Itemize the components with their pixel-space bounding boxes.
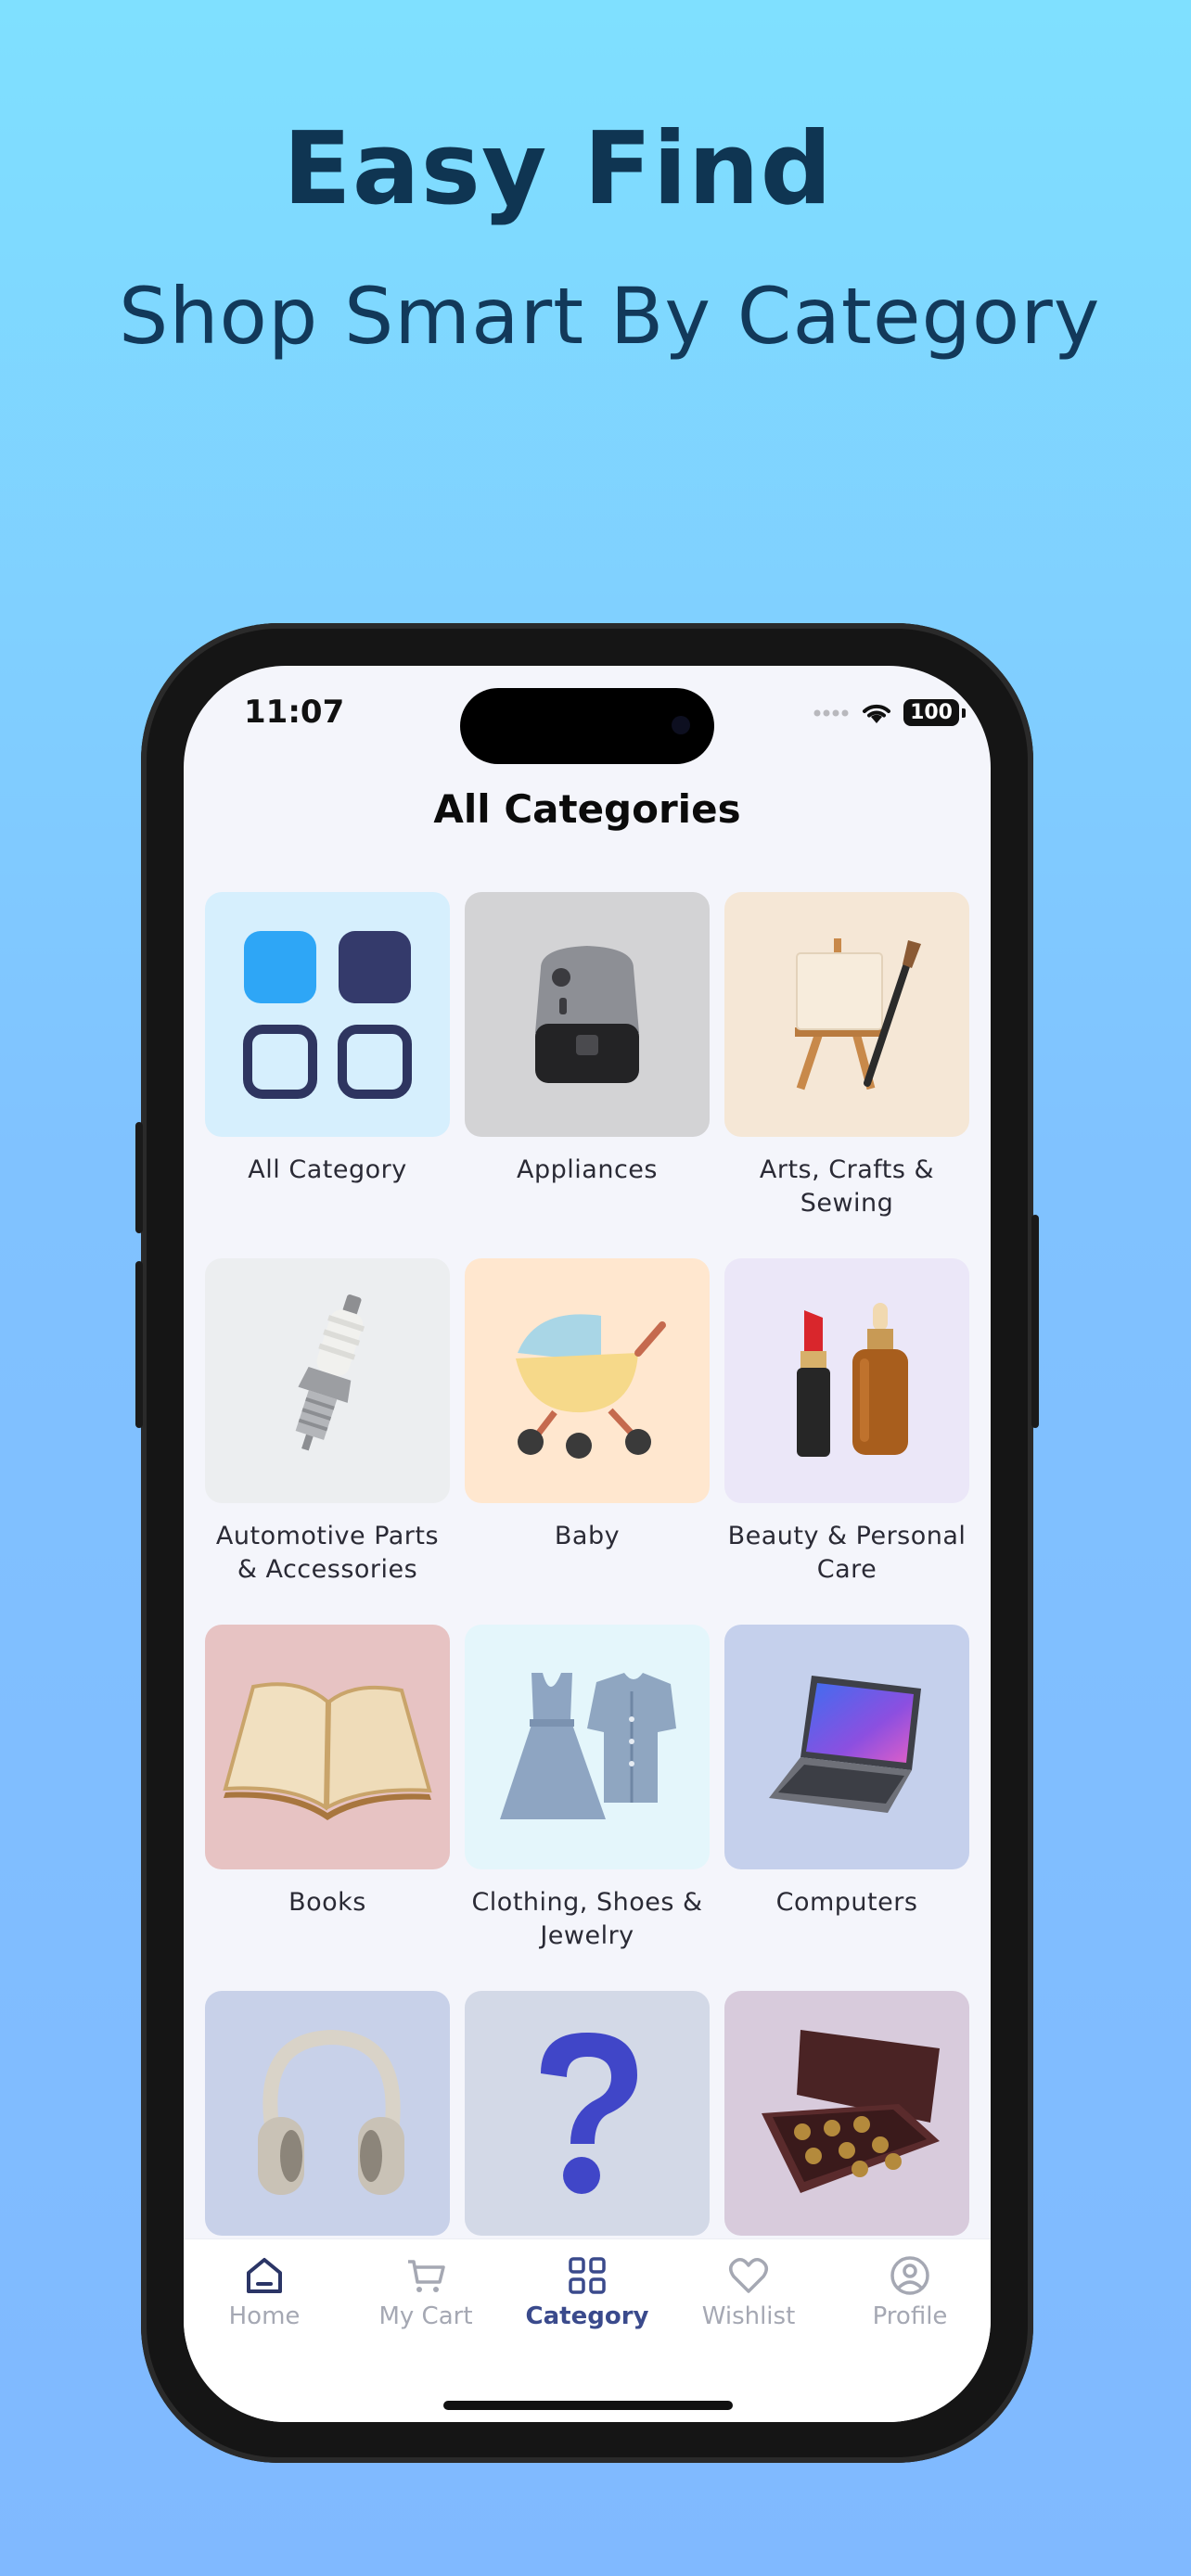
category-tile[interactable] xyxy=(724,1625,969,1869)
cart-icon xyxy=(408,2260,445,2292)
hero-headline: Easy Find xyxy=(283,111,833,227)
tab-label: Wishlist xyxy=(701,2302,796,2330)
tab-label: Profile xyxy=(872,2302,948,2330)
category-card[interactable]: Baby xyxy=(465,1258,710,1610)
tab-label: My Cart xyxy=(378,2302,473,2330)
category-tile[interactable] xyxy=(465,1258,710,1503)
home-icon xyxy=(247,2258,282,2293)
category-card[interactable]: Automotive Parts & Accessories xyxy=(205,1258,450,1610)
category-card[interactable]: Beauty & Personal Care xyxy=(724,1258,969,1610)
page-title: All Categories xyxy=(433,786,741,832)
category-card[interactable]: Appliances xyxy=(465,892,710,1243)
category-tile[interactable] xyxy=(205,1625,450,1869)
headphones-icon xyxy=(258,2029,404,2195)
phone-side-button-left xyxy=(135,1122,143,1233)
category-card[interactable]: Computers xyxy=(724,1625,969,1976)
chocolate-box-icon xyxy=(762,2030,940,2193)
stroller-icon xyxy=(516,1314,666,1459)
hero-subline: Shop Smart By Category xyxy=(119,271,1101,362)
battery-indicator: 100 xyxy=(903,699,966,726)
tab-profile[interactable]: Profile xyxy=(829,2254,991,2330)
category-tile[interactable] xyxy=(465,892,710,1137)
category-label: All Category xyxy=(248,1155,407,1184)
category-label: Books xyxy=(288,1888,366,1917)
category-label: Automotive Parts & Accessories xyxy=(215,1522,440,1584)
category-tile[interactable] xyxy=(205,1991,450,2236)
clothes-icon xyxy=(500,1673,676,1819)
cosmetics-icon xyxy=(797,1303,908,1457)
category-label: Computers xyxy=(775,1888,918,1917)
category-tile[interactable] xyxy=(205,892,450,1137)
grid-icon xyxy=(243,931,412,1099)
camera-dot xyxy=(672,716,690,734)
category-tile[interactable] xyxy=(465,1625,710,1869)
category-tile[interactable] xyxy=(724,892,969,1137)
bottom-tab-bar: Home My Cart Category Wishlist Profile xyxy=(184,2238,991,2422)
status-indicators: 100 xyxy=(813,699,966,726)
category-card[interactable]: Clothing, Shoes & Jewelry xyxy=(465,1625,710,1976)
tab-home[interactable]: Home xyxy=(184,2254,345,2330)
app-screen: 11:07 100 All Categories All Category Ap… xyxy=(184,666,991,2422)
air-fryer-icon xyxy=(535,946,639,1083)
wifi-icon xyxy=(863,704,891,723)
question-mark-icon xyxy=(541,2033,637,2194)
cellular-dots-icon xyxy=(813,709,849,716)
status-time: 11:07 xyxy=(244,694,345,731)
category-label: Appliances xyxy=(517,1155,658,1184)
phone-side-button-left-2 xyxy=(135,1261,143,1428)
tab-label: Home xyxy=(228,2302,301,2330)
tab-my-cart[interactable]: My Cart xyxy=(345,2254,506,2330)
category-label: Arts, Crafts & Sewing xyxy=(759,1155,935,1218)
status-bar: 11:07 100 xyxy=(184,666,991,764)
spark-plug-icon xyxy=(295,1294,365,1451)
category-card[interactable]: All Category xyxy=(205,892,450,1243)
category-grid-icon xyxy=(569,2257,606,2294)
easel-icon xyxy=(795,938,921,1090)
category-card[interactable]: Books xyxy=(205,1625,450,1976)
category-tile[interactable] xyxy=(724,1991,969,2236)
profile-icon xyxy=(890,2256,929,2295)
tab-wishlist[interactable]: Wishlist xyxy=(668,2254,829,2330)
tab-label: Category xyxy=(525,2302,649,2330)
heart-icon xyxy=(729,2258,768,2293)
category-card[interactable]: Arts, Crafts & Sewing xyxy=(724,892,969,1243)
category-tile[interactable] xyxy=(205,1258,450,1503)
book-icon xyxy=(223,1682,432,1820)
category-label: Baby xyxy=(554,1522,621,1550)
category-label: Beauty & Personal Care xyxy=(727,1522,967,1584)
category-tile[interactable] xyxy=(465,1991,710,2236)
category-label: Clothing, Shoes & Jewelry xyxy=(471,1888,703,1950)
phone-side-button-right xyxy=(1031,1215,1039,1428)
home-indicator[interactable] xyxy=(443,2401,733,2410)
category-tile[interactable] xyxy=(724,1258,969,1503)
category-grid: All Category Appliances Arts, Crafts & S… xyxy=(205,892,969,2342)
tab-category[interactable]: Category xyxy=(506,2254,668,2330)
dynamic-island xyxy=(460,688,714,764)
laptop-icon xyxy=(769,1676,921,1813)
